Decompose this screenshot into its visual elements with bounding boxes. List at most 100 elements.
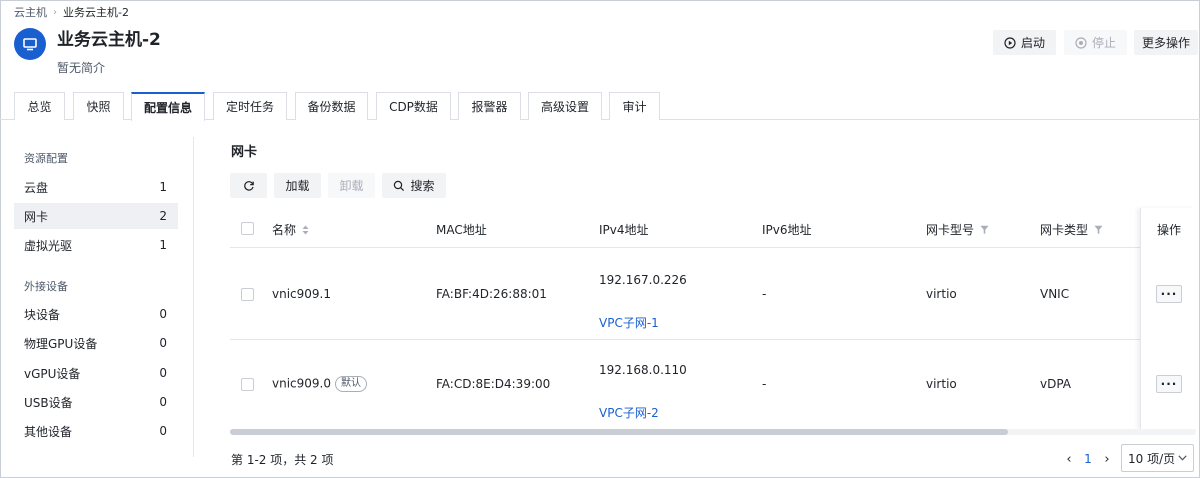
column-header-model[interactable]: 网卡型号	[926, 221, 989, 238]
nav-section-resources: 资源配置	[24, 152, 68, 165]
nic-type: vDPA	[1040, 377, 1072, 391]
page-description: 暂无简介	[57, 61, 106, 75]
search-button-label: 搜索	[410, 179, 435, 193]
tab-cdp-data[interactable]: CDP数据	[376, 92, 451, 120]
nic-ipv4: 192.167.0.226	[599, 273, 687, 287]
sidebar-item-label: 物理GPU设备	[24, 336, 98, 351]
sidebar-item-usb[interactable]: USB设备 0	[14, 389, 178, 415]
sidebar-item-label: 其他设备	[24, 424, 73, 439]
tab-backup-data[interactable]: 备份数据	[295, 92, 368, 120]
nic-model: virtio	[926, 287, 957, 301]
stop-button-label: 停止	[1091, 36, 1116, 50]
next-page-button[interactable]: ›	[1100, 446, 1114, 472]
column-header-mac: MAC地址	[436, 223, 487, 237]
row-more-button[interactable]: ···	[1156, 285, 1182, 303]
column-header-label: 网卡类型	[1040, 223, 1089, 237]
select-all-checkbox[interactable]	[241, 222, 254, 235]
sidebar-item-other-devices[interactable]: 其他设备 0	[14, 418, 178, 444]
nic-type: VNIC	[1040, 287, 1070, 301]
page-number-1[interactable]: 1	[1081, 446, 1095, 472]
tab-alarms[interactable]: 报警器	[458, 92, 521, 120]
page-title: 业务云主机-2	[57, 30, 161, 50]
sidebar-item-nics[interactable]: 网卡 2	[14, 203, 178, 229]
sidebar-item-label: 虚拟光驱	[24, 238, 73, 253]
sort-icon	[302, 225, 309, 234]
tab-scheduled-tasks[interactable]: 定时任务	[213, 92, 287, 120]
breadcrumb-chevron-icon: ›	[53, 6, 57, 18]
horizontal-scrollbar[interactable]	[230, 429, 1196, 435]
row-checkbox[interactable]	[241, 288, 254, 301]
start-button-label: 启动	[1020, 36, 1045, 50]
nic-subnet-link[interactable]: VPC子网-2	[599, 404, 659, 421]
page-size-select[interactable]: 10 项/页	[1121, 444, 1194, 472]
sidebar-item-block-devices[interactable]: 块设备 0	[14, 301, 178, 327]
sidebar-item-label: vGPU设备	[24, 366, 81, 381]
sidebar-item-disks[interactable]: 云盘 1	[14, 174, 178, 200]
default-badge: 默认	[335, 376, 367, 392]
sidebar-item-count: 1	[159, 180, 167, 194]
tab-advanced-settings[interactable]: 高级设置	[528, 92, 602, 120]
stop-button[interactable]: 停止	[1064, 30, 1127, 55]
column-header-type[interactable]: 网卡类型	[1040, 221, 1103, 238]
sidebar-divider	[193, 137, 194, 457]
nic-ipv4: 192.168.0.110	[599, 363, 687, 377]
column-header-ipv4: IPv4地址	[599, 223, 649, 237]
filter-icon[interactable]	[980, 225, 989, 235]
column-header-label: 网卡型号	[926, 223, 975, 237]
nav-section-external: 外接设备	[24, 280, 68, 293]
row-more-button[interactable]: ···	[1156, 375, 1182, 393]
prev-page-button[interactable]: ‹	[1062, 446, 1076, 472]
breadcrumb-root[interactable]: 云主机	[14, 4, 47, 20]
nic-name-text: vnic909.1	[272, 287, 331, 301]
start-button[interactable]: 启动	[993, 30, 1056, 55]
sidebar-item-label: 云盘	[24, 180, 49, 195]
tab-bar: 总览 快照 配置信息 定时任务 备份数据 CDP数据 报警器 高级设置 审计	[0, 92, 1200, 121]
nic-ipv6: -	[762, 377, 767, 391]
page-size-value: 10 项/页	[1128, 451, 1176, 466]
refresh-icon	[243, 180, 254, 191]
table-header: 名称 MAC地址 IPv4地址 IPv6地址 网卡型号 网卡类型	[230, 208, 1196, 248]
sidebar-item-count: 0	[159, 366, 167, 380]
detach-button-label: 卸载	[339, 179, 364, 193]
nic-name-text: vnic909.0	[272, 376, 331, 391]
column-header-ops: 操作	[1157, 223, 1182, 237]
detach-button[interactable]: 卸载	[328, 173, 375, 198]
table-row: vnic909.1 FA:BF:4D:26:88:01 192.167.0.22…	[230, 249, 1196, 340]
play-circle-icon	[1004, 36, 1016, 49]
sidebar-item-physical-gpu[interactable]: 物理GPU设备 0	[14, 330, 178, 356]
sidebar-item-count: 0	[159, 307, 167, 321]
sidebar-item-count: 0	[159, 424, 167, 438]
breadcrumb: 云主机 › 业务云主机-2	[14, 4, 129, 20]
more-actions-label: 更多操作	[1141, 36, 1190, 50]
sidebar-item-vgpu[interactable]: vGPU设备 0	[14, 360, 178, 386]
row-checkbox[interactable]	[241, 378, 254, 391]
more-actions-button[interactable]: 更多操作	[1134, 30, 1198, 55]
refresh-button[interactable]	[230, 173, 267, 198]
tab-audit[interactable]: 审计	[609, 92, 660, 120]
nic-name: vnic909.0 默认	[272, 376, 367, 392]
sidebar-item-label: USB设备	[24, 395, 73, 410]
sidebar-item-count: 0	[159, 395, 167, 409]
sidebar-item-cdrom[interactable]: 虚拟光驱 1	[14, 232, 178, 258]
breadcrumb-current: 业务云主机-2	[63, 6, 129, 19]
tab-configuration[interactable]: 配置信息	[131, 92, 205, 121]
nic-model: virtio	[926, 377, 957, 391]
nic-subnet-link[interactable]: VPC子网-1	[599, 314, 659, 331]
sidebar-item-label: 网卡	[24, 209, 49, 224]
operations-column: 操作 ··· ···	[1140, 208, 1196, 430]
table-row: vnic909.0 默认 FA:CD:8E:D4:39:00 192.168.0.…	[230, 340, 1196, 431]
sidebar-item-count: 1	[159, 238, 167, 252]
nic-name: vnic909.1	[272, 287, 331, 301]
tab-snapshots[interactable]: 快照	[73, 92, 124, 120]
sidebar-item-count: 2	[159, 209, 167, 223]
scrollbar-thumb[interactable]	[230, 429, 1008, 435]
tab-overview[interactable]: 总览	[14, 92, 65, 120]
filter-icon[interactable]	[1094, 225, 1103, 235]
search-button[interactable]: 搜索	[382, 173, 446, 198]
nic-ipv6: -	[762, 287, 767, 301]
attach-button[interactable]: 加载	[274, 173, 321, 198]
attach-button-label: 加载	[285, 179, 310, 193]
column-header-name[interactable]: 名称	[272, 221, 309, 238]
search-icon	[394, 180, 405, 191]
nic-mac: FA:BF:4D:26:88:01	[436, 287, 547, 301]
